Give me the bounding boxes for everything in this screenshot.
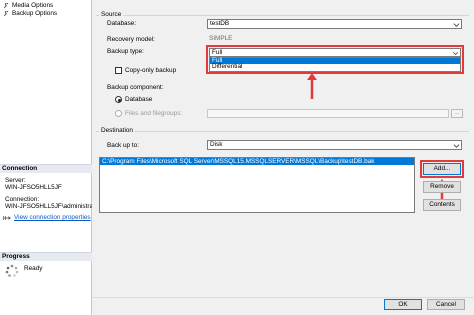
contents-button[interactable]: Contents	[423, 199, 461, 211]
destination-group-border	[96, 131, 469, 132]
component-files-radio[interactable]	[115, 110, 122, 117]
destination-group-title: Destination	[99, 127, 135, 134]
chevron-down-icon	[453, 23, 460, 27]
backup-type-combo[interactable]: Full	[209, 48, 461, 57]
cancel-button[interactable]: Cancel	[427, 299, 465, 310]
page-media-options[interactable]: Media Options	[3, 2, 53, 9]
database-combo[interactable]: testDB	[207, 19, 462, 29]
database-value: testDB	[210, 20, 230, 27]
progress-spinner-icon	[5, 264, 19, 277]
connection-label: Connection:	[5, 196, 40, 203]
left-pane: Media Options Backup Options Connection …	[0, 0, 101, 315]
component-files-label: Files and filegroups:	[125, 110, 183, 117]
page-wrench-icon	[3, 2, 9, 8]
progress-status: Ready	[24, 265, 43, 272]
backup-type-option-differential[interactable]: Differential	[210, 63, 460, 70]
server-value: WIN-JFSO5HLL5JF	[5, 184, 62, 191]
connection-header: Connection	[0, 164, 92, 173]
back-up-to-combo[interactable]: Disk	[207, 140, 462, 150]
page-label: Media Options	[12, 2, 54, 9]
ok-button[interactable]: OK	[384, 299, 422, 310]
add-button[interactable]: Add...	[423, 163, 461, 175]
destination-path-row[interactable]: C:\Program Files\Microsoft SQL Server\MS…	[100, 158, 414, 165]
source-group-border	[96, 15, 469, 16]
backup-type-label: Backup type:	[107, 48, 144, 55]
view-connection-link[interactable]: View connection properties	[14, 214, 91, 221]
chevron-down-icon	[452, 51, 459, 56]
page-backup-options[interactable]: Backup Options	[3, 10, 57, 17]
filegroups-field	[207, 109, 449, 118]
back-up-to-label: Back up to:	[107, 142, 139, 149]
backup-type-value: Full	[212, 49, 223, 56]
copy-only-checkbox[interactable]	[115, 67, 122, 74]
recovery-model-value: SIMPLE	[209, 35, 233, 42]
source-group-title: Source	[99, 11, 124, 18]
server-label: Server:	[5, 177, 26, 184]
backup-type-dropdown: Full Differential	[209, 57, 461, 72]
destination-list[interactable]: C:\Program Files\Microsoft SQL Server\MS…	[99, 157, 415, 213]
backup-component-label: Backup component:	[107, 84, 164, 91]
copy-only-label: Copy-only backup	[125, 67, 177, 74]
back-up-to-value: Disk	[210, 141, 223, 148]
database-label: Database:	[107, 20, 137, 27]
filegroups-browse-button: ...	[451, 109, 463, 118]
recovery-model-label: Recovery model:	[107, 36, 155, 43]
remove-button[interactable]: Remove	[423, 181, 461, 193]
connection-properties-icon	[3, 215, 11, 220]
component-database-label: Database	[125, 96, 153, 103]
component-database-radio[interactable]	[115, 96, 122, 103]
chevron-down-icon	[453, 144, 460, 148]
connection-value: WIN-JFSO5HLL5JF\administrator	[5, 203, 101, 210]
progress-header: Progress	[0, 252, 92, 261]
page-wrench-icon	[3, 10, 9, 16]
view-connection-properties[interactable]: View connection properties	[3, 214, 91, 221]
page-label: Backup Options	[12, 10, 58, 17]
